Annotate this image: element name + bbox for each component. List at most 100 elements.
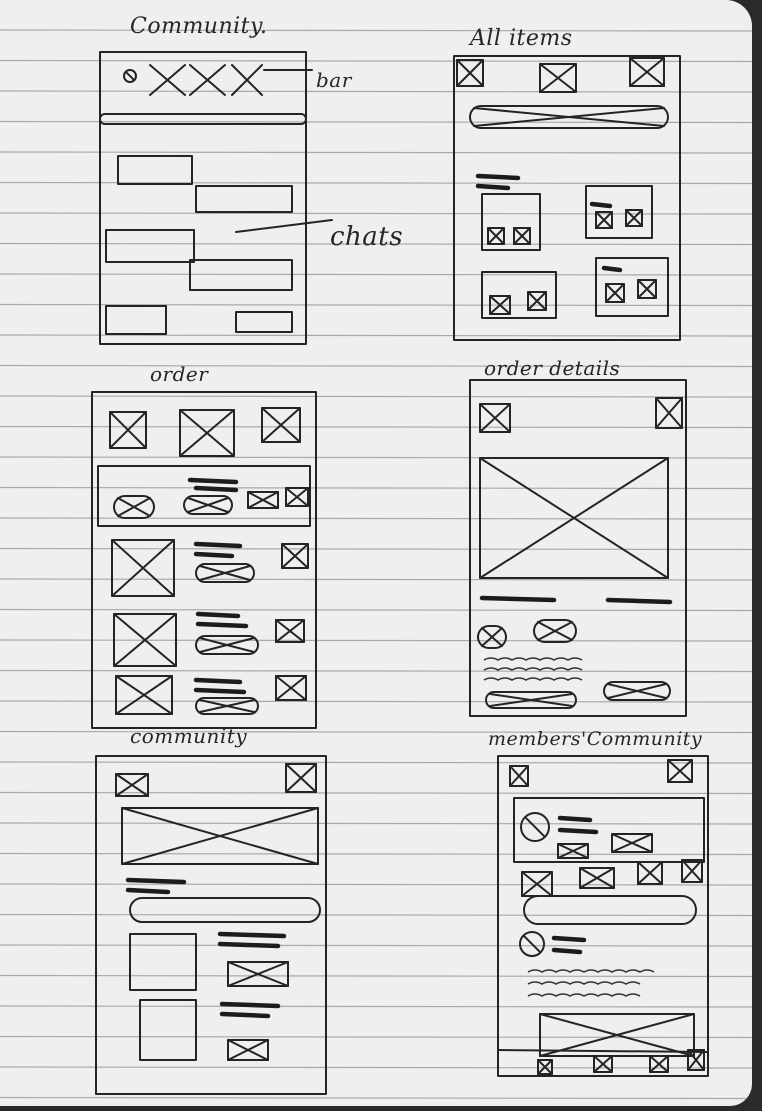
button-cross — [607, 683, 667, 699]
button-cross — [187, 497, 229, 513]
avatar-cross — [124, 70, 136, 82]
image-cross — [285, 487, 309, 507]
text-scribble — [557, 827, 599, 835]
image-cross — [227, 961, 289, 987]
image-cross — [655, 397, 683, 429]
text-wave — [527, 993, 641, 997]
image-cross — [479, 403, 511, 433]
image-cross — [637, 861, 663, 885]
image-cross — [456, 59, 484, 87]
image-cross — [681, 859, 703, 883]
label-bar: bar — [316, 68, 352, 92]
text-scribble — [193, 677, 243, 685]
placeholder-box — [235, 311, 293, 333]
image-cross — [557, 843, 589, 859]
image-cross — [611, 833, 653, 853]
avatar-cross — [524, 816, 546, 838]
image-cross — [115, 675, 173, 715]
image-cross — [487, 227, 505, 245]
image-cross — [109, 411, 147, 449]
image-cross — [527, 291, 547, 311]
text-scribble — [475, 183, 511, 191]
text-scribble — [219, 1011, 271, 1019]
image-cross — [539, 63, 577, 93]
placeholder-box — [189, 259, 293, 291]
image-cross — [605, 283, 625, 303]
text-scribble — [193, 541, 243, 549]
image-cross — [275, 619, 305, 643]
text-wave — [527, 969, 655, 973]
rounded-field — [523, 895, 697, 925]
image-cross — [579, 867, 615, 889]
divider-line — [235, 219, 333, 233]
label-all-items: All items — [470, 26, 573, 51]
image-cross — [513, 227, 531, 245]
label-order: order — [150, 362, 209, 386]
image-cross — [179, 409, 235, 457]
rounded-field — [99, 113, 307, 125]
text-wave — [483, 657, 583, 661]
text-scribble — [193, 551, 235, 559]
text-scribble — [217, 931, 287, 939]
button-cross — [481, 627, 503, 647]
rounded-field — [129, 897, 321, 923]
placeholder-box — [139, 999, 197, 1061]
text-scribble — [125, 887, 171, 895]
placeholder-box — [105, 305, 167, 335]
text-scribble — [551, 935, 587, 943]
image-cross — [537, 1059, 553, 1075]
label-community-chat: Community. — [130, 14, 268, 39]
button-cross — [537, 621, 573, 641]
image-cross — [625, 209, 643, 227]
button-cross — [199, 637, 255, 653]
screen-frame — [497, 755, 709, 1077]
text-scribble — [601, 265, 623, 273]
screen-frame — [469, 379, 687, 717]
placeholder-box — [117, 155, 193, 185]
image-cross — [595, 211, 613, 229]
image-cross — [121, 807, 319, 865]
text-scribble — [219, 1001, 281, 1009]
text-wave — [483, 667, 583, 671]
notebook-page: Community. bar chats All items order ord… — [0, 0, 752, 1106]
image-cross — [629, 57, 665, 87]
text-wave — [483, 677, 583, 681]
label-order-details: order details — [484, 356, 621, 380]
text-scribble — [187, 477, 239, 485]
button-cross — [199, 699, 255, 713]
text-scribble — [217, 941, 281, 949]
screen-frame — [99, 51, 307, 345]
placeholder-box — [513, 797, 705, 863]
text-scribble — [557, 815, 593, 823]
placeholder-box — [129, 933, 197, 991]
image-cross — [113, 613, 177, 667]
image-cross — [479, 457, 669, 579]
text-scribble — [195, 611, 241, 619]
image-cross — [521, 871, 553, 897]
placeholder-box — [105, 229, 195, 263]
screen-frame — [95, 755, 327, 1095]
image-cross — [115, 773, 149, 797]
image-cross — [649, 1055, 669, 1073]
image-cross — [489, 295, 511, 315]
text-scribble — [475, 173, 521, 181]
image-cross — [637, 279, 657, 299]
button-cross — [489, 693, 573, 707]
bar-crosses — [149, 64, 263, 96]
image-cross — [275, 675, 307, 701]
image-cross — [111, 539, 175, 597]
placeholder-box — [195, 185, 293, 213]
button-cross — [199, 565, 251, 581]
label-community: community — [130, 724, 248, 748]
image-cross — [261, 407, 301, 443]
text-wave — [527, 981, 641, 985]
image-cross — [687, 1049, 705, 1071]
text-scribble — [605, 597, 673, 605]
image-cross — [593, 1055, 613, 1073]
text-scribble — [193, 485, 239, 493]
image-cross — [285, 763, 317, 793]
text-scribble — [551, 947, 583, 955]
avatar-cross — [522, 934, 542, 954]
label-chats: chats — [330, 222, 404, 252]
image-cross — [247, 491, 279, 509]
